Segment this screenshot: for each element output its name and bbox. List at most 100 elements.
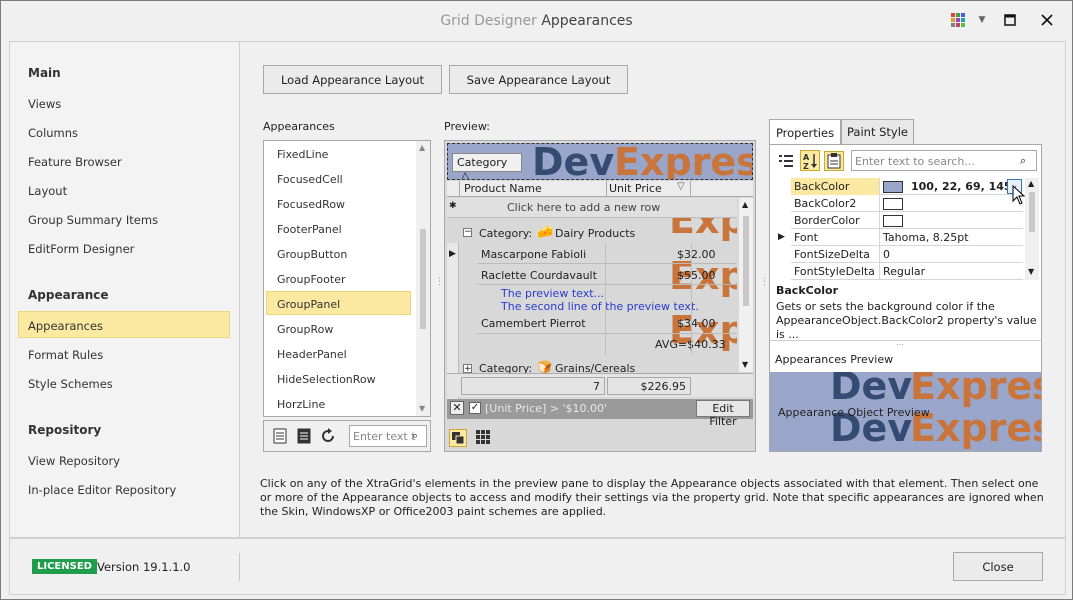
nav-item-feature-browser[interactable]: Feature Browser bbox=[28, 155, 122, 169]
clear-filter-icon[interactable]: ✕ bbox=[450, 401, 464, 415]
scroll-down-icon[interactable]: ▼ bbox=[742, 360, 748, 369]
load-appearance-layout-button[interactable]: Load Appearance Layout bbox=[263, 65, 442, 94]
skin-palette-icon[interactable] bbox=[947, 9, 969, 31]
property-row-indicators: ▶ bbox=[770, 178, 791, 280]
categorized-icon[interactable] bbox=[778, 153, 794, 172]
appearances-list[interactable]: FixedLine FocusedCell FocusedRow FooterP… bbox=[263, 140, 431, 417]
list-item[interactable]: GroupRow bbox=[277, 323, 333, 336]
expand-icon[interactable]: + bbox=[463, 364, 472, 374]
edit-filter-button[interactable]: Edit Filter bbox=[696, 400, 750, 428]
nav-item-appearances[interactable]: Appearances bbox=[28, 319, 103, 333]
table-row[interactable]: Mascarpone Fabioli $32.00 bbox=[477, 244, 737, 264]
list-item[interactable]: HorzLine bbox=[277, 398, 325, 411]
filter-panel[interactable]: ✕ ✓ [Unit Price] > '$10.00' Edit Filter bbox=[447, 399, 753, 428]
new-item-row[interactable]: ✱ Click here to add a new row bbox=[447, 198, 737, 218]
scroll-up-icon[interactable]: ▲ bbox=[419, 143, 425, 152]
column-header-price-label: Unit Price bbox=[609, 182, 662, 195]
scroll-down-icon[interactable]: ▼ bbox=[419, 404, 425, 413]
chevron-down-icon[interactable]: ▼ bbox=[971, 9, 993, 31]
appearance-object-preview: Dev Express Dev Express Appearance Objec… bbox=[770, 372, 1041, 451]
expand-font-icon[interactable]: ▶ bbox=[778, 232, 785, 242]
tab-paint-style[interactable]: Paint Style bbox=[841, 119, 914, 145]
scroll-thumb[interactable] bbox=[1029, 192, 1035, 232]
nav-item-editform-designer[interactable]: EditForm Designer bbox=[28, 242, 134, 256]
list-scrollbar[interactable]: ▲ ▼ bbox=[416, 141, 430, 416]
list-item[interactable]: GroupFooter bbox=[277, 273, 346, 286]
column-separator bbox=[605, 243, 606, 355]
property-search-input[interactable]: Enter text to search... ⌕ bbox=[851, 150, 1037, 171]
property-name: Font bbox=[794, 231, 818, 244]
property-row-backcolor[interactable]: BackColor 100, 22, 69, 145 ⌄ bbox=[791, 178, 1023, 195]
expand-all-icon[interactable] bbox=[273, 428, 287, 447]
save-appearance-layout-button[interactable]: Save Appearance Layout bbox=[449, 65, 628, 94]
nav-item-views[interactable]: Views bbox=[28, 97, 61, 111]
nav-item-inplace-editor-repository[interactable]: In-place Editor Repository bbox=[28, 483, 176, 497]
table-row[interactable]: Camembert Pierrot $34.00 bbox=[477, 314, 737, 334]
property-scrollbar[interactable]: ▲ ▼ bbox=[1025, 178, 1039, 280]
maximize-icon[interactable] bbox=[999, 9, 1021, 31]
footer-cell-count: 7 bbox=[461, 377, 605, 395]
tab-properties[interactable]: Properties bbox=[769, 119, 841, 146]
nav-item-group-summary-items[interactable]: Group Summary Items bbox=[28, 213, 158, 227]
column-header-product-label: Product Name bbox=[464, 182, 542, 195]
splitter-handle[interactable]: ⋮ bbox=[760, 277, 769, 287]
cell-product: Camembert Pierrot bbox=[481, 317, 586, 330]
scroll-up-icon[interactable]: ▲ bbox=[742, 200, 748, 209]
list-item[interactable]: GroupButton bbox=[277, 248, 347, 261]
list-item[interactable]: FocusedCell bbox=[277, 173, 343, 186]
group-chip-category[interactable]: Category △ bbox=[452, 153, 522, 179]
collapse-all-icon[interactable] bbox=[297, 428, 311, 447]
property-row-backcolor2[interactable]: BackColor2 bbox=[791, 195, 1023, 212]
nav-item-format-rules[interactable]: Format Rules bbox=[28, 348, 103, 362]
scroll-thumb[interactable] bbox=[420, 229, 426, 329]
color-swatch bbox=[883, 198, 903, 210]
new-row-indicator-icon: ✱ bbox=[449, 201, 457, 211]
group-row[interactable]: − Category: 🧀 Dairy Products bbox=[459, 223, 737, 243]
search-icon[interactable]: ⌕ bbox=[412, 429, 418, 443]
grid-footer[interactable]: 7 $226.95 bbox=[447, 373, 753, 397]
navigation-panel: Main Views Columns Feature Browser Layou… bbox=[9, 41, 239, 538]
nav-item-columns[interactable]: Columns bbox=[28, 126, 78, 140]
scroll-down-icon[interactable]: ▼ bbox=[1028, 267, 1034, 276]
property-pages-icon[interactable] bbox=[824, 151, 844, 171]
list-item[interactable]: GroupPanel bbox=[277, 298, 340, 311]
preview-row: The preview text... The second line of t… bbox=[477, 286, 737, 314]
nav-item-style-schemes[interactable]: Style Schemes bbox=[28, 377, 113, 391]
collapse-icon[interactable]: − bbox=[463, 228, 472, 237]
filter-checkbox[interactable]: ✓ bbox=[469, 402, 481, 414]
appearances-search-input[interactable]: Enter text t ⌕ bbox=[349, 425, 427, 447]
column-header-product[interactable]: Product Name bbox=[459, 181, 607, 197]
list-item[interactable]: FocusedRow bbox=[277, 198, 345, 211]
splitter-handle[interactable]: ⋮ bbox=[435, 277, 444, 287]
property-row-fontstyledelta[interactable]: FontStyleDelta Regular bbox=[791, 263, 1023, 280]
splitter-handle[interactable]: ⋯ bbox=[896, 340, 904, 349]
property-row-fontsizedelta[interactable]: FontSizeDelta 0 bbox=[791, 246, 1023, 263]
nav-item-layout[interactable]: Layout bbox=[28, 184, 67, 198]
group-panel[interactable]: Dev Express Category △ bbox=[447, 143, 753, 180]
table-row[interactable]: Raclette Courdavault $55.00 bbox=[477, 265, 737, 285]
nav-item-view-repository[interactable]: View Repository bbox=[28, 454, 120, 468]
group-footer-row[interactable]: AVG=$40.33 bbox=[477, 335, 737, 355]
close-button[interactable]: Close bbox=[953, 552, 1043, 581]
preview-bottom-bar bbox=[444, 421, 756, 452]
filter-icon[interactable]: ▽ bbox=[677, 181, 685, 192]
property-name: BackColor2 bbox=[794, 197, 857, 210]
refresh-icon[interactable] bbox=[320, 428, 336, 447]
list-item[interactable]: HeaderPanel bbox=[277, 348, 347, 361]
grid-scrollbar[interactable]: ▲ ▼ bbox=[739, 198, 753, 372]
property-row-font[interactable]: Font Tahoma, 8.25pt bbox=[791, 229, 1023, 246]
list-item[interactable]: FooterPanel bbox=[277, 223, 342, 236]
list-item[interactable]: FixedLine bbox=[277, 148, 328, 161]
grid-preview[interactable]: Dev Express Category △ Product Name Unit… bbox=[444, 140, 756, 452]
scroll-thumb[interactable] bbox=[743, 216, 749, 306]
group-row-label: Category: bbox=[479, 227, 533, 240]
property-row-bordercolor[interactable]: BorderColor bbox=[791, 212, 1023, 229]
group-row-value: Dairy Products bbox=[555, 227, 636, 240]
column-header-price[interactable]: Unit Price ▽ bbox=[607, 181, 691, 197]
focused-row-icon: ▶ bbox=[449, 249, 456, 259]
alphabetical-sort-icon[interactable]: AZ bbox=[800, 150, 820, 171]
scroll-up-icon[interactable]: ▲ bbox=[1028, 179, 1034, 188]
list-item[interactable]: HideSelectionRow bbox=[277, 373, 376, 386]
close-icon[interactable] bbox=[1036, 9, 1058, 31]
search-icon[interactable]: ⌕ bbox=[1020, 154, 1026, 168]
